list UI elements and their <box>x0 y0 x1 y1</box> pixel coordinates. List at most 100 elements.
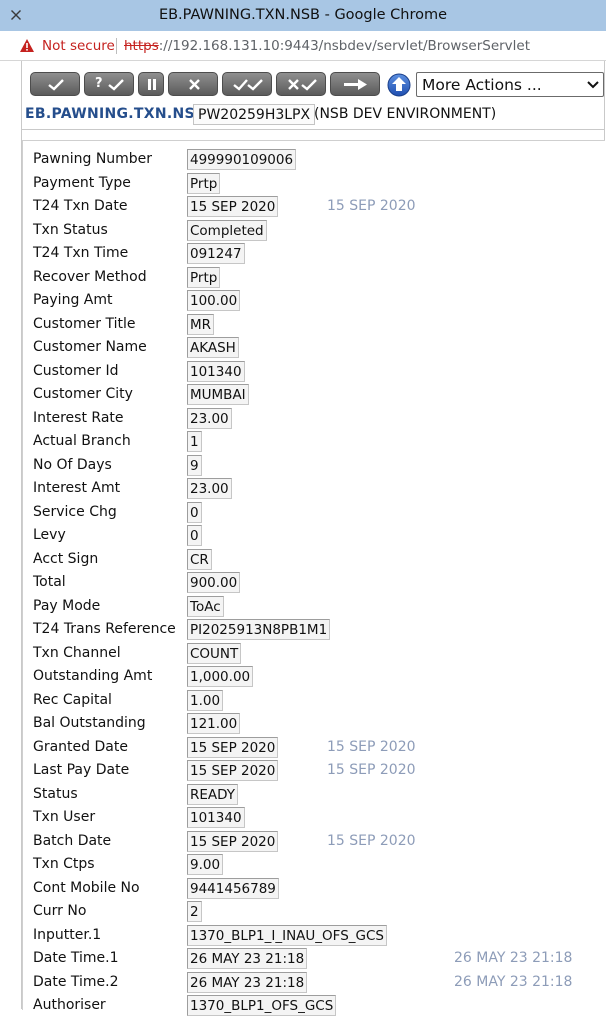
field-label: Total <box>33 574 66 590</box>
url-text[interactable]: https://192.168.131.10:9443/nsbdev/servl… <box>124 38 530 54</box>
window-title-bar: EB.PAWNING.TXN.NSB - Google Chrome <box>0 0 606 32</box>
field-label: Txn Ctps <box>33 856 95 872</box>
field-row: Paying Amt 100.00 <box>23 290 605 312</box>
field-value: ToAc <box>187 595 224 617</box>
field-row: Recover Method Prtp <box>23 266 605 289</box>
field-value: PI2025913N8PB1M1 <box>187 619 331 640</box>
field-value: READY <box>187 783 239 805</box>
field-value: 15 SEP 2020 <box>187 760 279 781</box>
field-label: No Of Days <box>33 456 112 473</box>
field-value: 9 <box>187 454 202 476</box>
field-label: Granted Date <box>33 738 128 755</box>
field-label: Acct Sign <box>33 550 99 567</box>
field-value: MUMBAI <box>187 384 249 405</box>
field-label: T24 Trans Reference <box>33 621 176 637</box>
field-row: Payment Type Prtp <box>23 172 605 195</box>
hold-pause-icon <box>148 79 156 90</box>
field-label: Payment Type <box>33 174 131 191</box>
field-row: Service Chg 0 <box>23 501 605 524</box>
field-row: Bal Outstanding 121.00 <box>23 713 605 735</box>
field-row: Acct Sign CR <box>23 548 605 571</box>
validate-question-mark: ? <box>95 76 103 91</box>
upload-arrow-icon[interactable] <box>386 73 412 97</box>
field-label: Interest Rate <box>33 409 124 426</box>
field-row: Txn User 101340 <box>23 807 605 829</box>
field-value: 1 <box>187 431 202 452</box>
field-value: 101340 <box>187 360 245 382</box>
field-value: 15 SEP 2020 <box>187 736 279 758</box>
field-enrichment: 15 SEP 2020 <box>327 198 416 214</box>
authorise-button[interactable] <box>222 72 272 96</box>
field-value: 15 SEP 2020 <box>187 196 279 217</box>
field-label: Pawning Number <box>33 151 153 167</box>
record-form: Pawning Number 499990109006 Payment Type Pr… <box>22 140 605 1016</box>
field-row: Last Pay Date 15 SEP 2020 15 SEP 2020 <box>23 760 605 782</box>
field-value: CR <box>187 548 212 570</box>
commit-check-icon <box>48 79 64 91</box>
field-value: 2 <box>187 901 202 922</box>
field-value: AKASH <box>187 337 239 358</box>
field-row: Customer City MUMBAI <box>23 384 605 406</box>
field-row: Authoriser 1370_BLP1_OFS_GCS <box>23 995 605 1017</box>
field-enrichment: 15 SEP 2020 <box>327 762 416 778</box>
field-row: Customer Title MR <box>23 313 605 336</box>
not-secure-label[interactable]: Not secure <box>42 38 115 54</box>
validate-check-icon <box>108 79 124 91</box>
field-value: 9441456789 <box>187 877 279 899</box>
field-label: Pay Mode <box>33 597 101 614</box>
field-label: Levy <box>33 527 66 543</box>
address-bar[interactable]: Not secure https://192.168.131.10:9443/n… <box>0 31 606 61</box>
reverse-button[interactable] <box>276 72 326 96</box>
more-actions-value: More Actions ... <box>422 76 542 94</box>
field-row: Granted Date 15 SEP 2020 15 SEP 2020 <box>23 736 605 759</box>
field-row: Cont Mobile No 9441456789 <box>23 877 605 900</box>
url-path: ://192.168.131.10:9443/nsbdev/servlet/Br… <box>158 38 531 54</box>
field-value: Prtp <box>187 172 221 194</box>
chevron-down-icon <box>587 81 599 89</box>
field-label: Bal Outstanding <box>33 715 146 731</box>
field-label: Customer Id <box>33 362 119 379</box>
field-row: Status READY <box>23 783 605 806</box>
field-value: 091247 <box>187 243 245 264</box>
field-enrichment: 26 MAY 23 21:18 <box>454 973 573 990</box>
field-row: Total 900.00 <box>23 572 605 594</box>
hold-button[interactable] <box>138 72 164 96</box>
field-row: Interest Amt 23.00 <box>23 478 605 500</box>
field-value: 100.00 <box>187 290 241 311</box>
header-divider <box>22 129 604 130</box>
delete-button[interactable] <box>168 72 218 96</box>
field-label: Txn Status <box>33 221 108 238</box>
next-button[interactable] <box>330 72 380 96</box>
field-label: Curr No <box>33 903 87 919</box>
field-value: 23.00 <box>187 407 232 429</box>
field-label: Recover Method <box>33 268 147 285</box>
field-label: Cont Mobile No <box>33 879 140 896</box>
field-label: Authoriser <box>33 997 106 1013</box>
field-value: 23.00 <box>187 478 232 499</box>
field-row: T24 Txn Time 091247 <box>23 243 605 265</box>
field-label: T24 Txn Date <box>33 198 128 214</box>
field-value: 900.00 <box>187 572 241 593</box>
field-value: 0 <box>187 525 202 546</box>
field-value: Completed <box>187 219 267 241</box>
field-label: Interest Amt <box>33 480 121 496</box>
warning-triangle-icon[interactable] <box>19 38 35 53</box>
field-row: T24 Trans Reference PI2025913N8PB1M1 <box>23 619 605 641</box>
field-label: Txn User <box>33 809 96 825</box>
address-separator <box>116 38 117 54</box>
field-label: Outstanding Amt <box>33 668 153 684</box>
validate-button[interactable]: ? <box>84 72 134 96</box>
field-row: Inputter.1 1370_BLP1_I_INAU_OFS_GCS <box>23 924 605 947</box>
field-label: Rec Capital <box>33 691 112 708</box>
more-actions-select[interactable]: More Actions ... <box>416 72 604 97</box>
field-row: Rec Capital 1.00 <box>23 689 605 712</box>
delete-x-icon <box>189 79 200 90</box>
field-label: Paying Amt <box>33 292 113 308</box>
authorise-double-check-icon <box>233 79 263 91</box>
field-label: Service Chg <box>33 503 117 520</box>
commit-button[interactable] <box>30 72 80 96</box>
field-row: Outstanding Amt 1,000.00 <box>23 666 605 688</box>
field-row: Actual Branch 1 <box>23 431 605 453</box>
environment-label: (NSB DEV ENVIRONMENT) <box>314 106 497 122</box>
field-label: Txn Channel <box>33 644 121 661</box>
